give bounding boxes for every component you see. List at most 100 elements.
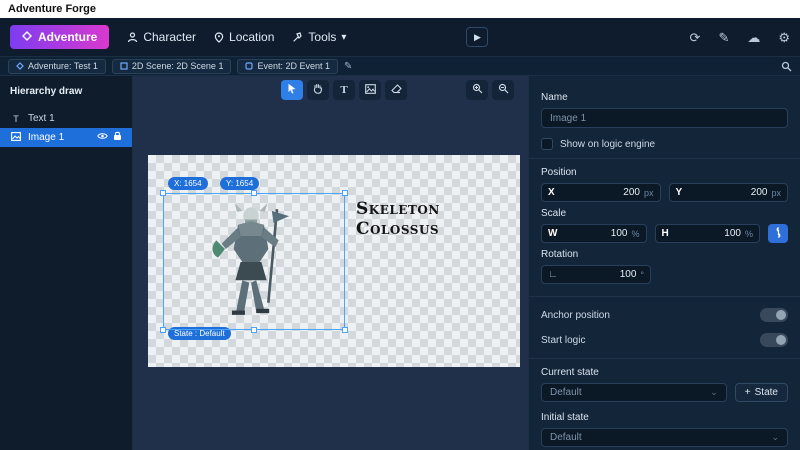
show-logic-label: Show on logic engine	[560, 139, 655, 150]
position-x-field[interactable]: X 200 px	[541, 183, 661, 202]
zoom-out-button[interactable]	[492, 80, 514, 100]
anchor-position-label: Anchor position	[541, 310, 610, 321]
zoom-out-icon	[498, 81, 509, 99]
start-logic-toggle[interactable]	[760, 333, 788, 347]
character-menu[interactable]: Character	[127, 30, 196, 44]
visibility-eye-icon[interactable]	[97, 132, 108, 143]
location-label: Location	[229, 30, 274, 44]
chevron-down-icon: ⌄	[710, 387, 718, 398]
plus-icon: +	[745, 387, 751, 398]
add-state-label: State	[755, 387, 778, 398]
name-input[interactable]	[541, 108, 788, 128]
artboard[interactable]: X: 1654 Y: 1654 State : Default	[148, 155, 520, 367]
current-state-label: Current state	[541, 367, 788, 378]
image-layer-icon	[10, 132, 22, 143]
selection-handle[interactable]	[160, 190, 166, 196]
layer-item-image[interactable]: Image 1	[0, 128, 132, 147]
image-tool-button[interactable]	[359, 80, 381, 100]
canvas-area[interactable]: T	[133, 76, 528, 450]
tab-label: 2D Scene: 2D Scene 1	[132, 61, 224, 71]
current-state-select[interactable]: Default ⌄	[541, 383, 727, 402]
layer-item-text[interactable]: T Text 1	[0, 109, 132, 128]
eraser-icon	[391, 81, 402, 99]
x-axis-label: X	[548, 187, 555, 198]
width-label: W	[548, 228, 557, 239]
scene-box-icon	[120, 62, 128, 70]
cursor-icon	[287, 81, 297, 99]
tab-label: Adventure: Test 1	[28, 61, 98, 71]
add-state-button[interactable]: + State	[735, 383, 788, 402]
select-tool-button[interactable]	[281, 80, 303, 100]
show-logic-checkbox[interactable]	[541, 138, 553, 150]
anchor-position-toggle[interactable]	[760, 308, 788, 322]
rotation-label: Rotation	[541, 249, 788, 260]
layer-actions	[97, 131, 122, 144]
location-pin-icon	[214, 32, 224, 43]
rename-pencil-icon[interactable]: ✎	[344, 61, 352, 72]
rotation-field[interactable]: ∟ 100 °	[541, 265, 651, 284]
y-position-badge: Y: 1654	[220, 177, 259, 190]
angle-icon: ∟	[548, 269, 558, 280]
toolbar-right-group: ⟳ ✎ ☁ ⚙	[690, 31, 790, 44]
adventure-icon	[22, 30, 32, 44]
show-logic-row[interactable]: Show on logic engine	[541, 138, 788, 150]
cloud-icon[interactable]: ☁	[747, 31, 760, 44]
play-button[interactable]: ▶	[466, 27, 488, 47]
height-label: H	[662, 228, 669, 239]
scale-h-field[interactable]: H 100 %	[655, 224, 761, 243]
selection-handle[interactable]	[342, 190, 348, 196]
eraser-tool-button[interactable]	[385, 80, 407, 100]
chevron-down-icon: ▾	[341, 32, 346, 43]
selection-handle[interactable]	[251, 190, 257, 196]
app-window: Adventure Forge Adventure Character Loca…	[0, 0, 800, 450]
text-layer-icon: T	[10, 114, 22, 124]
selection-handle[interactable]	[251, 327, 257, 333]
zoom-in-button[interactable]	[466, 80, 488, 100]
divider	[529, 358, 800, 359]
rotation-unit: °	[640, 270, 644, 280]
layer-label: Text 1	[28, 113, 55, 124]
selection-box[interactable]	[163, 193, 345, 330]
play-icon: ▶	[474, 32, 481, 43]
titlebar: Adventure Forge	[0, 0, 800, 18]
y-value: 200	[751, 187, 768, 198]
y-axis-label: Y	[676, 187, 683, 198]
edit-icon[interactable]: ✎	[718, 31, 729, 44]
selection-handle[interactable]	[160, 327, 166, 333]
tools-label: Tools	[308, 30, 336, 44]
text-tool-button[interactable]: T	[333, 80, 355, 100]
tools-menu[interactable]: Tools ▾	[292, 30, 346, 44]
tab-scene[interactable]: 2D Scene: 2D Scene 1	[112, 59, 232, 74]
scale-fields: W 100 % H 100 %	[541, 224, 788, 243]
width-value: 100	[611, 228, 628, 239]
position-label: Position	[541, 167, 788, 178]
settings-gear-icon[interactable]: ⚙	[778, 31, 790, 44]
link-scale-button[interactable]	[768, 224, 788, 243]
adventure-button[interactable]: Adventure	[10, 25, 109, 49]
position-fields: X 200 px Y 200 px	[541, 183, 788, 202]
event-box-icon	[245, 62, 253, 70]
refresh-icon[interactable]: ⟳	[690, 31, 701, 44]
selection-handle[interactable]	[342, 327, 348, 333]
tab-event[interactable]: Event: 2D Event 1	[237, 59, 338, 74]
anchor-position-row: Anchor position	[541, 308, 788, 322]
lock-icon[interactable]	[113, 131, 122, 144]
search-icon[interactable]	[781, 61, 792, 72]
main-area: Hierarchy draw T Text 1 Image 1	[0, 76, 800, 450]
chain-link-icon	[774, 227, 783, 241]
zoom-controls	[466, 80, 514, 100]
current-state-value: Default	[550, 387, 582, 398]
scale-w-field[interactable]: W 100 %	[541, 224, 647, 243]
location-menu[interactable]: Location	[214, 30, 274, 44]
adventure-label: Adventure	[38, 30, 97, 44]
rotation-value: 100	[620, 269, 637, 280]
toggle-knob	[776, 335, 786, 345]
height-unit: %	[745, 229, 753, 239]
tab-adventure[interactable]: Adventure: Test 1	[8, 59, 106, 74]
initial-state-select[interactable]: Default ⌄	[541, 428, 788, 447]
position-y-field[interactable]: Y 200 px	[669, 183, 789, 202]
canvas-text-layer[interactable]: Skeleton Colossus	[356, 199, 520, 239]
pan-tool-button[interactable]	[307, 80, 329, 100]
character-label: Character	[143, 30, 196, 44]
scale-label: Scale	[541, 208, 788, 219]
